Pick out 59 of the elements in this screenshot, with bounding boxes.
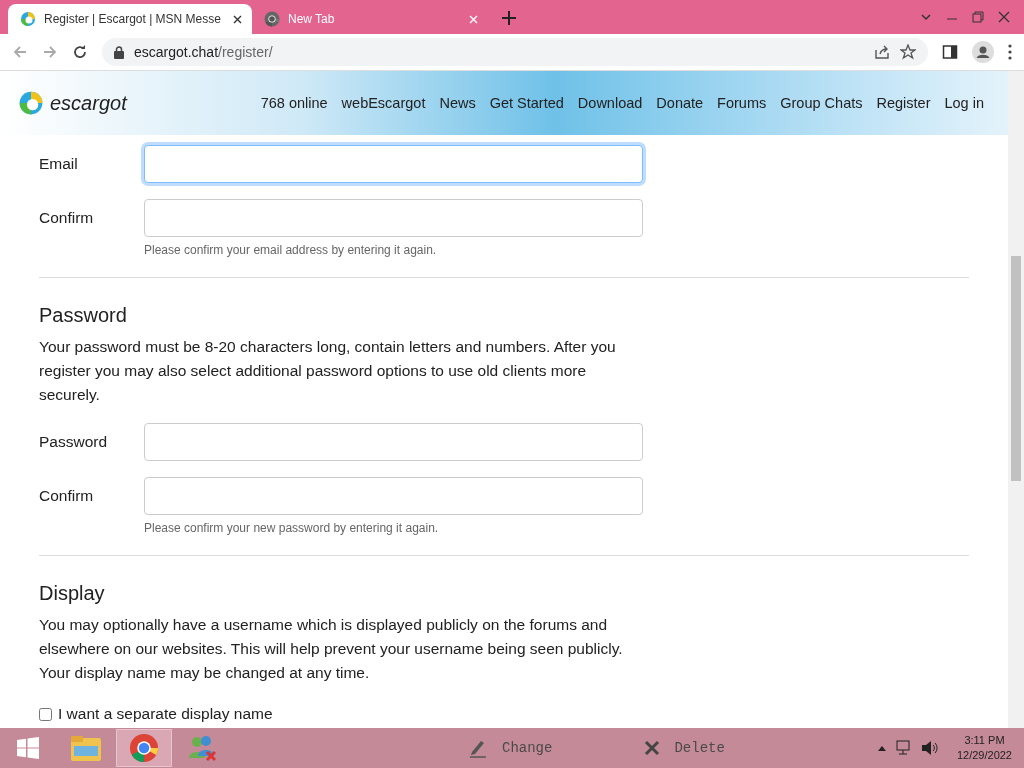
snail-logo-icon [20,11,36,27]
input-field[interactable] [144,145,643,183]
taskbar-button[interactable] [116,729,172,767]
network-icon[interactable] [894,740,913,756]
nav-link[interactable]: Register [876,95,931,111]
globe-icon [264,11,280,27]
people-icon [187,734,217,762]
input-field[interactable] [144,423,643,461]
nav-link[interactable]: webEscargot [341,95,426,111]
field-label: Email [39,155,79,173]
field-label: Confirm [39,487,95,505]
close-icon[interactable] [233,14,242,24]
section-heading: Password [39,304,128,327]
scrollbar[interactable] [1008,71,1024,728]
forward-icon[interactable] [42,44,58,60]
reload-icon[interactable] [72,44,88,60]
speaker-icon[interactable] [920,740,939,756]
side-panel-icon[interactable] [942,44,958,60]
section-text: Your password must be 8-20 characters long, contain letters and numbers. After you register you may also select additional password options to use old clients more securely. [39,337,617,405]
section-text: You may optionally have a username which is displayed publicly on the forums and elsewhere on our websites. This will help prevent your username being seen publicly. Your display name may be changed at any time. [39,615,624,683]
address-bar[interactable]: escargot.chat/register/ [102,38,928,66]
nav-link[interactable]: Forums [717,95,767,111]
star-icon[interactable] [900,44,916,60]
input-field[interactable] [144,199,643,237]
checkbox[interactable] [39,707,52,721]
more-icon[interactable] [1008,44,1012,60]
input-field[interactable] [144,477,643,515]
field-label: Password [39,433,109,451]
nav-link[interactable]: Get Started [489,95,564,111]
chrome-icon [129,733,159,763]
nav-link[interactable]: Log in [944,95,984,111]
clock-time[interactable]: 3:11 PM [964,733,1005,748]
nav-link[interactable]: Donate [656,95,704,111]
hint-text: Please confirm your new password by entering it again. [144,521,440,535]
hint-text: Please confirm your email address by entering it again. [144,243,438,257]
snail-logo-icon [18,90,44,116]
windows-logo-icon [16,736,40,760]
back-icon[interactable] [12,44,28,60]
cross-icon [644,740,661,756]
restore-icon[interactable] [972,11,984,23]
share-icon[interactable] [874,44,890,60]
lock-icon [114,45,124,59]
nav-link[interactable]: 768 online [260,95,328,111]
pen-icon [468,738,488,758]
field-label: Confirm [39,209,95,227]
plus-icon[interactable] [502,11,516,25]
profile-icon[interactable] [972,41,994,63]
caret-up-icon[interactable] [876,744,887,752]
nav-link[interactable]: News [439,95,476,111]
chevron-down-icon[interactable] [920,11,932,23]
url-text: escargot.chat/register/ [134,44,273,60]
checkbox-label: I want a separate display name [58,705,273,723]
nav-link[interactable]: Download [577,95,643,111]
section-heading: Display [39,582,106,605]
nav-link[interactable]: Group Chats [780,95,863,111]
site-logo-text: escargot [50,91,127,115]
folder-icon [70,734,102,762]
clock-date[interactable]: 12/29/2022 [956,748,1012,763]
browser-tab[interactable]: Register | Escargot | MSN Messe [8,4,252,34]
